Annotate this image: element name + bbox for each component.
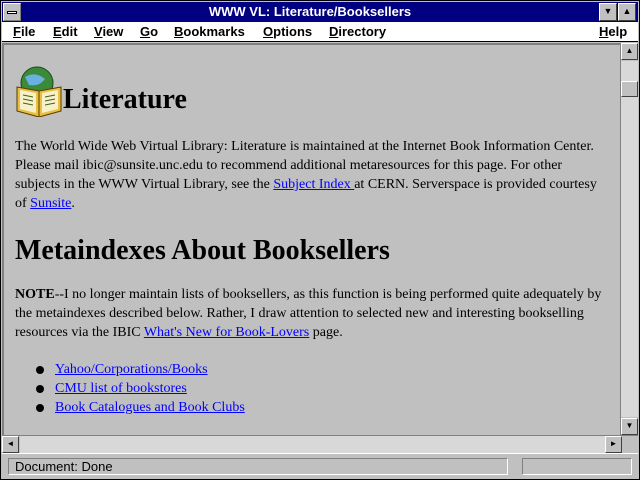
menu-view-label: iew <box>102 24 124 39</box>
menu-view[interactable]: View <box>94 24 123 40</box>
scroll-down-button[interactable]: ▼ <box>621 418 638 435</box>
list-item: Yahoo/Corporations/Books <box>15 360 615 379</box>
list-item: CMU list of bookstores <box>15 379 615 398</box>
status-message: Document: Done <box>8 458 508 475</box>
maximize-button[interactable]: ▲ <box>618 3 636 21</box>
scroll-right-button[interactable]: ► <box>605 436 622 453</box>
menu-directory[interactable]: Directory <box>329 24 386 40</box>
menu-directory-label: irectory <box>338 24 387 39</box>
menu-file-label: ile <box>20 24 36 39</box>
whats-new-link[interactable]: What's New for Book-Lovers <box>144 325 309 340</box>
triangle-up-icon: ▲ <box>625 46 634 55</box>
note-label: NOTE <box>15 287 55 302</box>
menu-go-accelerator: G <box>140 24 151 39</box>
system-menu-icon <box>7 11 17 14</box>
yahoo-books-link[interactable]: Yahoo/Corporations/Books <box>55 362 208 377</box>
document-body: Literature The World Wide Web Virtual Li… <box>15 65 615 417</box>
menu-file-accelerator: F <box>13 24 21 39</box>
page-title: Literature <box>63 84 187 115</box>
triangle-right-icon: ► <box>609 439 618 448</box>
intro-text-3: . <box>71 196 75 211</box>
subject-index-link[interactable]: Subject Index <box>273 177 354 192</box>
window-title: WWW VL: Literature/Booksellers <box>208 4 412 19</box>
triangle-left-icon: ◄ <box>6 439 15 448</box>
bullet-icon <box>36 366 44 374</box>
menu-bookmarks-accelerator: B <box>174 24 184 39</box>
menu-bookmarks[interactable]: Bookmarks <box>174 24 245 40</box>
triangle-down-icon: ▼ <box>625 421 634 430</box>
heading-row: Literature <box>15 65 615 117</box>
scroll-up-button[interactable]: ▲ <box>621 43 638 60</box>
menu-go-label: o <box>150 24 159 39</box>
menu-bookmarks-label: ookmarks <box>183 24 245 39</box>
menu-file[interactable]: File <box>13 24 35 40</box>
menu-go[interactable]: Go <box>140 24 158 40</box>
menu-help[interactable]: Help <box>599 24 627 40</box>
browser-window: WWW VL: Literature/Booksellers ▼ ▲ File … <box>0 0 640 480</box>
list-item: Book Catalogues and Book Clubs <box>15 398 615 417</box>
menu-bar: File Edit View Go Bookmarks Options Dire… <box>2 22 638 42</box>
menu-help-accelerator: H <box>599 24 609 39</box>
intro-paragraph: The World Wide Web Virtual Library: Lite… <box>15 137 605 213</box>
note-paragraph: NOTE--I no longer maintain lists of book… <box>15 285 615 342</box>
status-bar: Document: Done <box>2 453 638 479</box>
book-catalogues-link[interactable]: Book Catalogues and Book Clubs <box>55 400 245 415</box>
scroll-left-button[interactable]: ◄ <box>2 436 19 453</box>
section-heading: Metaindexes About Booksellers <box>15 235 390 266</box>
bullet-icon <box>36 385 44 393</box>
menu-options-accelerator: O <box>263 24 274 39</box>
cmu-bookstores-link[interactable]: CMU list of bookstores <box>55 381 187 396</box>
bookseller-link-list: Yahoo/Corporations/Books CMU list of boo… <box>15 360 615 417</box>
menu-options[interactable]: Options <box>263 24 312 40</box>
note-text-2: page. <box>309 325 343 340</box>
progress-indicator <box>522 458 632 475</box>
horizontal-scrollbar[interactable]: ◄ ► <box>2 435 638 453</box>
triangle-up-icon: ▲ <box>622 6 632 16</box>
title-bar[interactable]: WWW VL: Literature/Booksellers ▼ ▲ <box>2 2 638 22</box>
minimize-button[interactable]: ▼ <box>599 3 617 21</box>
sunsite-link[interactable]: Sunsite <box>30 196 71 211</box>
menu-edit-label: dit <box>61 24 78 39</box>
horizontal-scroll-track[interactable] <box>20 436 605 453</box>
system-menu-button[interactable] <box>3 3 21 21</box>
vertical-scroll-thumb[interactable] <box>621 81 638 97</box>
vertical-scroll-track[interactable] <box>621 61 638 417</box>
menu-directory-accelerator: D <box>329 24 339 39</box>
menu-options-label: ptions <box>273 24 313 39</box>
menu-help-label: elp <box>608 24 628 39</box>
menu-edit[interactable]: Edit <box>53 24 78 40</box>
menu-edit-accelerator: E <box>53 24 62 39</box>
vertical-scrollbar[interactable]: ▲ ▼ <box>620 43 638 435</box>
open-book-icon <box>16 66 62 117</box>
document-view[interactable]: Literature The World Wide Web Virtual Li… <box>2 43 620 435</box>
triangle-down-icon: ▼ <box>603 6 613 16</box>
bullet-icon <box>36 404 44 412</box>
